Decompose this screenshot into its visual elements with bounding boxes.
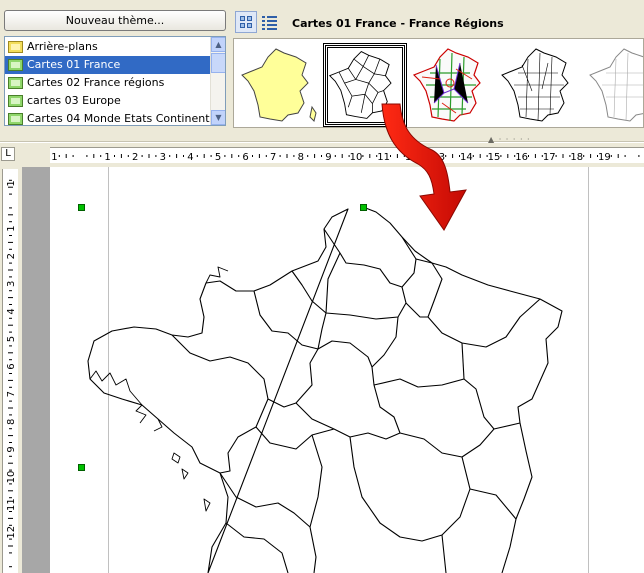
- france-regions-map[interactable]: [50, 167, 644, 573]
- ruler-label: 15: [488, 152, 501, 163]
- ruler-label: 4: [187, 152, 193, 163]
- scroll-thumb[interactable]: [211, 53, 225, 73]
- new-theme-button[interactable]: Nouveau thème...: [4, 10, 226, 31]
- gallery-title: Cartes 01 France - France Régions: [292, 17, 504, 30]
- ruler-label: 8: [6, 419, 17, 425]
- folder-green-icon: [8, 77, 23, 89]
- ruler-label: 17: [543, 152, 556, 163]
- tab-stop-selector[interactable]: L: [1, 147, 15, 161]
- ruler-label: 8: [298, 152, 304, 163]
- selection-handle-top-center[interactable]: [360, 204, 367, 211]
- gallery-panel: Nouveau thème... Arrière-plans Cartes 01…: [0, 0, 644, 144]
- scroll-up-icon[interactable]: ▲: [211, 37, 225, 52]
- ruler-label: 10: [350, 152, 363, 163]
- vertical-ruler-bar: 1 1 2 3 4 5 6 7 8 9 10 11 12: [0, 167, 22, 573]
- ruler-label: 18: [570, 152, 583, 163]
- theme-list[interactable]: Arrière-plans Cartes 01 France Cartes 02…: [4, 36, 226, 126]
- detail-view-button[interactable]: [259, 11, 281, 33]
- thumbnail-france-yellow[interactable]: [238, 43, 322, 127]
- folder-green-icon: [8, 113, 23, 125]
- theme-item-label: Cartes 01 France: [27, 58, 121, 71]
- horizontal-ruler-bar: L 112345678910111213141516171819: [0, 143, 644, 167]
- theme-item-label: Cartes 02 France régions: [27, 76, 165, 89]
- theme-item-label: Arrière-plans: [27, 40, 98, 53]
- theme-item-cartes-02-france-regions[interactable]: Cartes 02 France régions: [5, 74, 212, 92]
- ruler-label: 10: [6, 471, 17, 484]
- ruler-label: 11: [6, 498, 17, 511]
- icon-view-button[interactable]: [235, 11, 257, 33]
- ruler-label: 4: [6, 308, 17, 314]
- folder-green-icon: [8, 59, 23, 71]
- theme-item-cartes-04-monde[interactable]: Cartes 04 Monde Etats Continents: [5, 110, 216, 125]
- vertical-ruler[interactable]: 1123456789101112: [2, 169, 18, 573]
- page-background: [22, 167, 50, 573]
- folder-yellow-icon: [8, 41, 23, 53]
- theme-item-label: Cartes 04 Monde Etats Continents: [27, 112, 216, 125]
- ruler-label: 3: [160, 152, 166, 163]
- drag-arrow-icon: [381, 103, 467, 231]
- ruler-label: 6: [242, 152, 248, 163]
- ruler-label: 1: [51, 152, 57, 163]
- theme-item-label: cartes 03 Europe: [27, 94, 121, 107]
- ruler-label: 7: [270, 152, 276, 163]
- thumbnail-france-departments[interactable]: [498, 43, 582, 127]
- ruler-label: 5: [215, 152, 221, 163]
- icon-view-icon: [240, 16, 253, 29]
- ruler-label: 7: [6, 391, 17, 397]
- horizontal-ruler[interactable]: 112345678910111213141516171819: [50, 147, 644, 163]
- ruler-label: 2: [6, 253, 17, 259]
- ruler-label: 9: [6, 446, 17, 452]
- ruler-label: 16: [515, 152, 528, 163]
- ruler-label: 9: [325, 152, 331, 163]
- ruler-label: 6: [6, 363, 17, 369]
- theme-list-scrollbar[interactable]: ▲ ▼: [210, 37, 225, 125]
- ruler-label: 1: [6, 225, 17, 231]
- ruler-label: 2: [132, 152, 138, 163]
- theme-item-arriere-plans[interactable]: Arrière-plans: [5, 38, 212, 56]
- selection-handle-top-left[interactable]: [78, 204, 85, 211]
- ruler-label: 12: [6, 526, 17, 539]
- drawing-page[interactable]: [50, 167, 644, 573]
- thumbnail-france-grey[interactable]: [586, 43, 644, 127]
- ruler-label: 5: [6, 336, 17, 342]
- ruler-label: 19: [598, 152, 611, 163]
- folder-green-icon: [8, 95, 23, 107]
- selection-handle-middle-left[interactable]: [78, 464, 85, 471]
- scroll-down-icon[interactable]: ▼: [211, 110, 225, 125]
- theme-item-cartes-01-france[interactable]: Cartes 01 France: [5, 56, 212, 74]
- theme-item-cartes-03-europe[interactable]: cartes 03 Europe: [5, 92, 212, 110]
- ruler-label: 3: [6, 281, 17, 287]
- ruler-label: 1: [104, 152, 110, 163]
- ruler-label: 1: [6, 180, 17, 186]
